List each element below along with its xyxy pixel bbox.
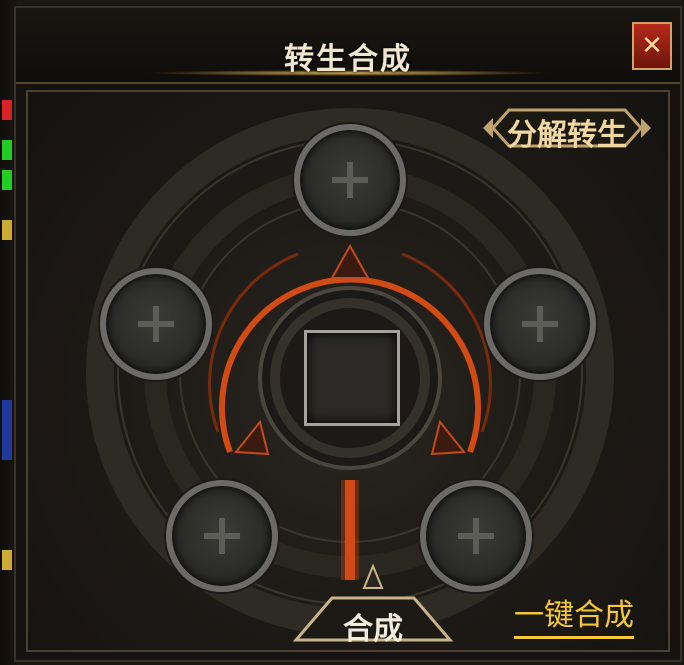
plus-icon [332,162,368,198]
title-bar: 转生合成 ✕ [16,8,680,84]
rebirth-merge-panel: 转生合成 ✕ 分解转生 合成 一键合成 [14,6,682,662]
split-rebirth-label: 分解转生 [507,118,627,153]
background-green-chip [2,140,12,160]
merge-label: 合成 [343,612,403,647]
plus-icon [138,306,174,342]
close-button[interactable]: ✕ [632,22,672,70]
panel-title: 转生合成 [284,42,412,77]
material-slot-bottom-left[interactable] [166,480,278,592]
background-gold-chip [2,220,12,240]
material-slot-right[interactable] [484,268,596,380]
background-blue-chip [2,400,12,460]
plus-icon [522,306,558,342]
plus-icon [458,518,494,554]
background-gold-chip [2,550,12,570]
merge-area: 分解转生 合成 一键合成 [26,90,670,652]
close-icon: ✕ [641,31,663,61]
material-slot-left[interactable] [100,268,212,380]
split-rebirth-button[interactable]: 分解转生 [481,104,653,153]
plus-icon [204,518,240,554]
background-red-chip [2,100,12,120]
result-slot[interactable] [304,330,400,426]
one-key-merge-link[interactable]: 一键合成 [514,598,634,639]
material-slot-top[interactable] [294,124,406,236]
merge-button[interactable]: 合成 [288,562,458,647]
background-green-chip [2,170,12,190]
